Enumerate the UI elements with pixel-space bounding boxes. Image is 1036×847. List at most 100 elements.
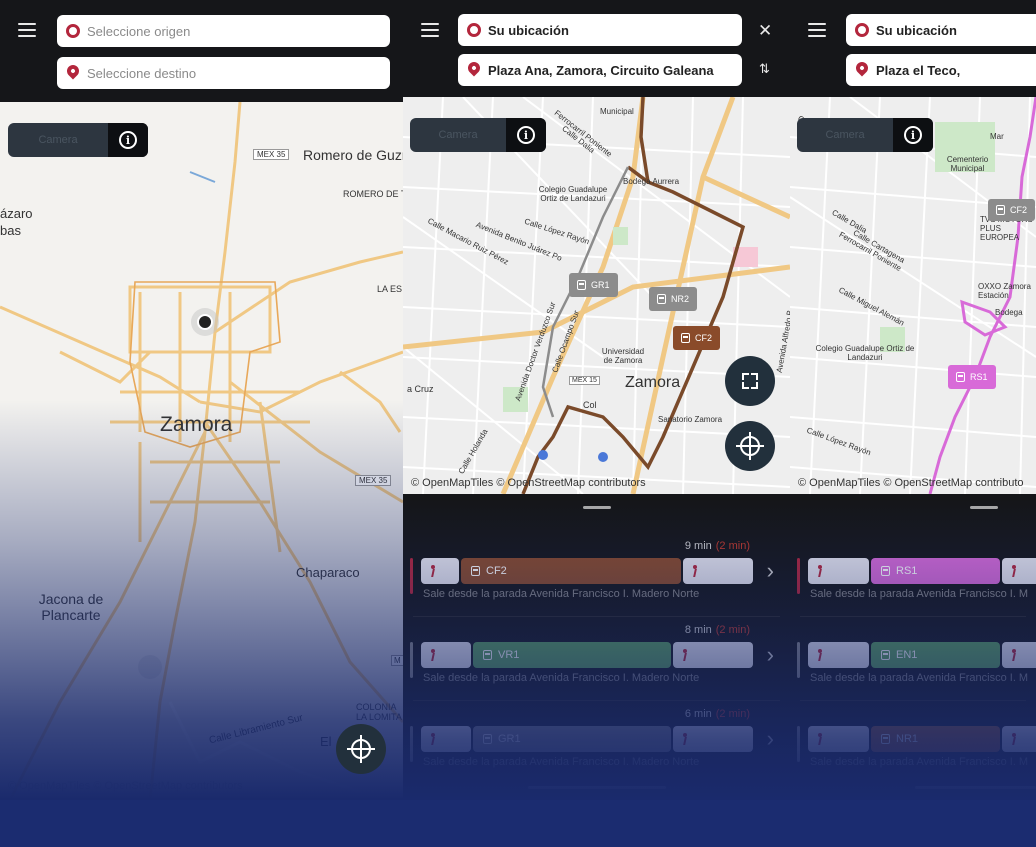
fullscreen-button[interactable] — [725, 356, 775, 406]
selected-indicator — [410, 558, 413, 594]
walk-leg — [421, 642, 471, 668]
destination-pin-icon — [64, 62, 82, 80]
swap-icon[interactable]: ⇅ — [759, 62, 770, 75]
walk-leg — [1002, 558, 1036, 584]
stop-rs1[interactable]: RS1 — [948, 365, 996, 389]
sheet-handle[interactable] — [970, 506, 998, 509]
bus-leg: GR1 — [473, 726, 671, 752]
bus-leg: CF2 — [461, 558, 681, 584]
departure-text: Sale desde la parada Avenida Francisco I… — [423, 756, 700, 768]
camera-label: Camera — [38, 134, 78, 146]
destination-field[interactable]: Plaza el Teco, — [846, 54, 1036, 86]
info-icon: i — [517, 126, 535, 144]
walk-icon — [691, 565, 699, 577]
map-view[interactable]: Romero de Guzmán ROMERO DE TORRES ázaro … — [0, 102, 403, 800]
menu-icon[interactable] — [421, 23, 439, 37]
option-indicator — [797, 642, 800, 678]
bus-icon — [483, 650, 492, 660]
walk-icon — [429, 565, 437, 577]
walk-icon — [429, 649, 437, 661]
walk-leg — [683, 558, 753, 584]
stop-cf2[interactable]: CF2 — [673, 326, 721, 350]
origin-field[interactable]: Su ubicación — [846, 14, 1036, 46]
label-colonia: COLONIA LA LOMITA — [356, 702, 402, 722]
route-option[interactable]: 6 min (2 min) GR1 Sale desde la parada Av… — [403, 708, 790, 778]
camera-toggle[interactable]: Camera i — [8, 123, 148, 157]
stop-label: CF2 — [1010, 205, 1028, 215]
map-attribution[interactable]: © OpenMapTiles © OpenStreetMap contribut… — [8, 780, 243, 792]
bus-leg: RS1 — [871, 558, 1000, 584]
stop-nr2[interactable]: NR2 — [649, 287, 698, 311]
origin-field[interactable]: Su ubicación — [458, 14, 742, 46]
option-indicator — [410, 726, 413, 762]
label-romero-de-torres: ROMERO DE TORRES — [343, 189, 403, 199]
walk-icon — [1010, 733, 1018, 745]
camera-toggle[interactable]: Camera i — [797, 118, 933, 152]
walk-leg — [421, 558, 459, 584]
background-band — [0, 800, 1036, 847]
label-bodega: Bodega Aurrera — [623, 177, 680, 186]
shield-mex15: MEX 15 — [569, 376, 600, 385]
map-view[interactable]: Mar Calle Dalia Cementerio Municipal Cal… — [790, 97, 1036, 494]
destination-value: Plaza Ana, Zamora, Circuito Galeana — [488, 62, 714, 78]
departure-text: Sale desde la parada Avenida Francisco I… — [810, 756, 1029, 768]
crosshair-icon — [736, 432, 764, 460]
menu-icon[interactable] — [808, 23, 826, 37]
menu-icon[interactable] — [18, 23, 36, 37]
label-cruz: a Cruz — [407, 384, 434, 394]
map-attribution[interactable]: © OpenMapTiles © OpenStreetMap contribut… — [798, 477, 1024, 489]
stop-gr1[interactable]: GR1 — [569, 273, 618, 297]
walk-leg — [673, 726, 753, 752]
stop-cf2[interactable]: CF2 — [988, 199, 1036, 221]
bus-icon — [681, 333, 690, 343]
destination-field[interactable]: Plaza Ana, Zamora, Circuito Galeana — [458, 54, 742, 86]
search-header: Seleccione origen Seleccione destino — [0, 0, 403, 102]
chevron-right-icon: › — [766, 726, 774, 751]
label-col: Col — [583, 400, 597, 410]
bus-leg: NR1 — [871, 726, 1000, 752]
locate-button[interactable] — [336, 724, 386, 774]
departure-text: Sale desde la parada Avenida Francisco I… — [810, 588, 1029, 600]
label-chaparaco: Chaparaco — [296, 565, 360, 580]
walk-icon — [1010, 649, 1018, 661]
departure-text: Sale desde la parada Avenida Francisco I… — [423, 588, 700, 600]
walk-leg — [421, 726, 471, 752]
bus-icon — [657, 294, 666, 304]
camera-label: Camera — [825, 129, 865, 141]
bus-icon — [881, 566, 890, 576]
info-button[interactable]: i — [108, 123, 148, 157]
bus-icon — [996, 205, 1005, 215]
route-options-sheet: RS1 Sale desde la parada Avenida Francis… — [790, 494, 1036, 800]
label-romero-de-guzman: Romero de Guzmán — [303, 147, 403, 163]
route-option[interactable]: 8 min (2 min) VR1 Sale desde la parada Av… — [403, 624, 790, 694]
route-option[interactable]: EN1 Sale desde la parada Avenida Francis… — [790, 624, 1036, 694]
destination-field[interactable]: Seleccione destino — [57, 57, 390, 89]
origin-field[interactable]: Seleccione origen — [57, 15, 390, 47]
origin-value: Su ubicación — [876, 22, 957, 38]
map-attribution[interactable]: © OpenMapTiles © OpenStreetMap contribut… — [411, 477, 646, 489]
option-indicator — [797, 726, 800, 762]
close-icon[interactable]: ✕ — [758, 22, 772, 39]
route-option[interactable]: 9 min (2 min) CF2 Sale desde la parada Av… — [403, 540, 790, 610]
walk-icon — [681, 733, 689, 745]
search-header: Su ubicación Plaza Ana, Zamora, Circuito… — [403, 0, 790, 97]
route-time: 8 min (2 min) — [684, 624, 750, 636]
camera-toggle[interactable]: Camera i — [410, 118, 546, 152]
locate-button[interactable] — [725, 421, 775, 471]
screen-route-results-2: Mar Calle Dalia Cementerio Municipal Cal… — [790, 0, 1036, 800]
walk-leg — [673, 642, 753, 668]
home-indicator — [915, 786, 1036, 789]
route-option[interactable]: NR1 Sale desde la parada Avenida Francis… — [790, 708, 1036, 778]
stop-label: RS1 — [970, 372, 988, 382]
route-option[interactable]: RS1 Sale desde la parada Avenida Francis… — [790, 540, 1036, 610]
chevron-right-icon: › — [766, 558, 774, 583]
info-button[interactable]: i — [506, 118, 546, 152]
sheet-handle[interactable] — [582, 506, 611, 509]
departure-text: Sale desde la parada Avenida Francisco I… — [423, 672, 700, 684]
info-button[interactable]: i — [893, 118, 933, 152]
walk-leg — [808, 642, 869, 668]
bus-icon — [881, 650, 890, 660]
bus-icon — [577, 280, 586, 290]
crosshair-icon — [347, 735, 375, 763]
bus-icon — [881, 734, 890, 744]
